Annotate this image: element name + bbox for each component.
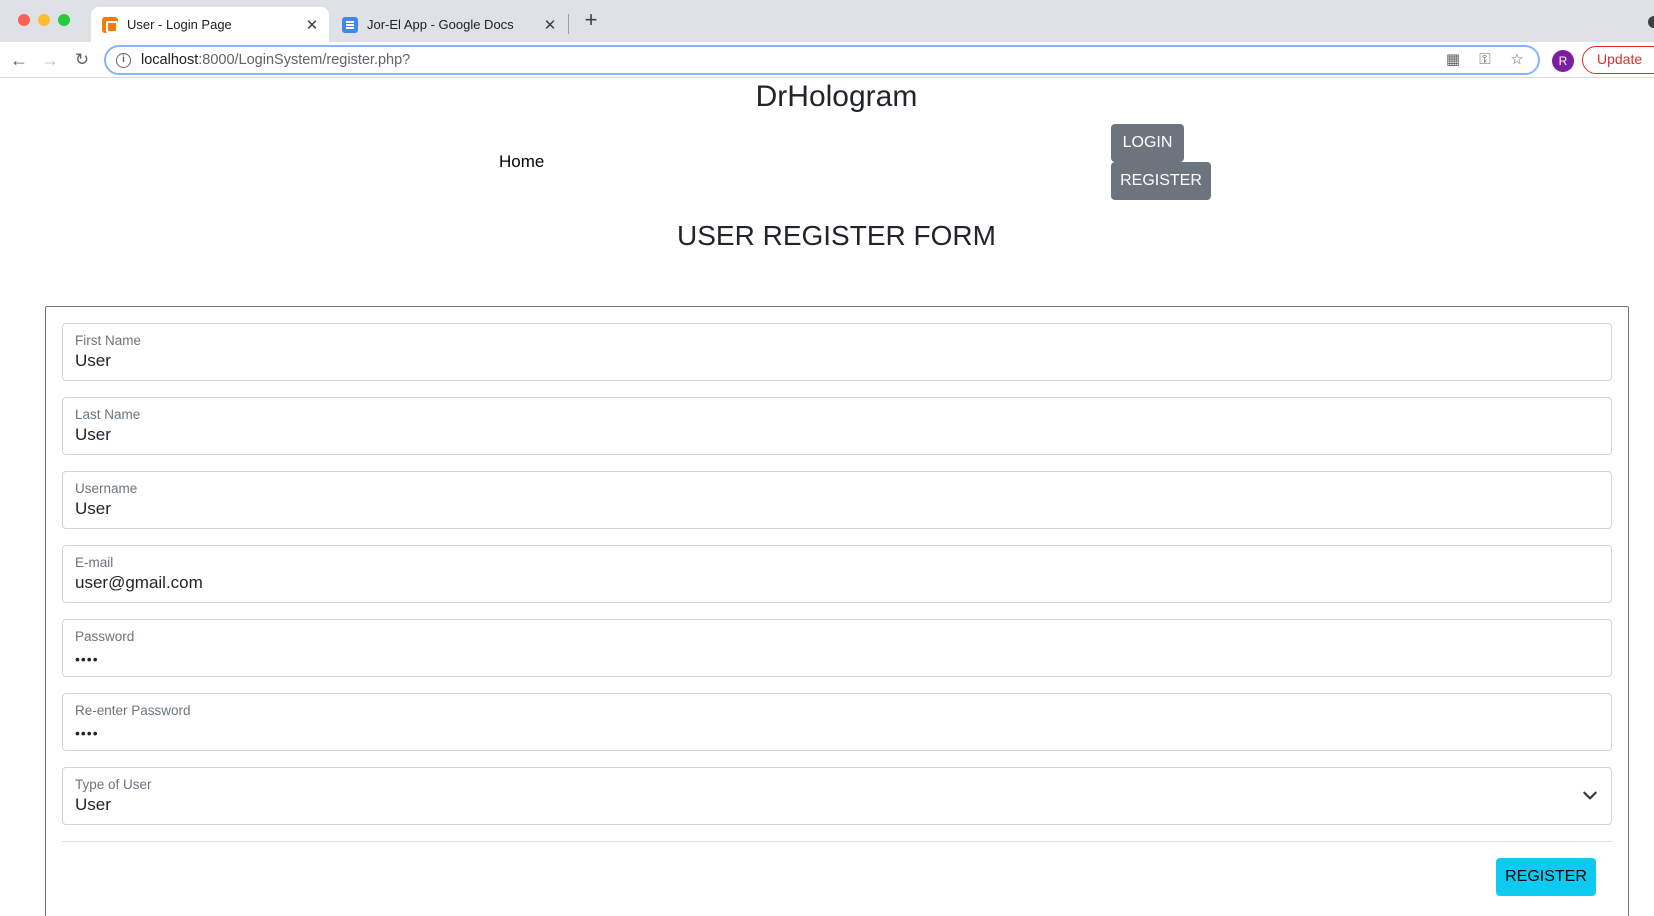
confirm-password-value[interactable]: ••••	[75, 725, 99, 741]
last-name-value[interactable]: User	[75, 425, 111, 445]
tab-title: Jor-El App - Google Docs	[367, 17, 514, 32]
form-divider	[62, 841, 1612, 842]
register-submit-button[interactable]: REGISTER	[1496, 858, 1596, 896]
tab-user-login-page[interactable]: User - Login Page ✕	[91, 7, 329, 42]
first-name-field[interactable]: First Name User	[62, 323, 1612, 381]
password-field[interactable]: Password ••••	[62, 619, 1612, 677]
tab-separator	[568, 14, 569, 34]
xampp-favicon-icon	[102, 16, 118, 33]
email-field[interactable]: E-mail user@gmail.com	[62, 545, 1612, 603]
username-value[interactable]: User	[75, 499, 111, 519]
username-field[interactable]: Username User	[62, 471, 1612, 529]
tab-title: User - Login Page	[127, 17, 232, 32]
bookmark-star-icon[interactable]: ☆	[1506, 49, 1528, 71]
user-type-select[interactable]: Type of User User	[62, 767, 1612, 825]
browser-tab-bar: User - Login Page ✕ Jor-El App - Google …	[0, 0, 1654, 42]
update-button[interactable]: Update	[1582, 46, 1654, 74]
back-arrow-icon[interactable]: ←	[7, 48, 31, 72]
close-window-button[interactable]	[18, 14, 30, 26]
url-host: localhost	[141, 52, 199, 68]
maximize-window-button[interactable]	[58, 14, 70, 26]
login-button[interactable]: LOGIN	[1111, 124, 1184, 162]
register-nav-button[interactable]: REGISTER	[1111, 162, 1211, 200]
site-info-icon[interactable]: i	[116, 52, 131, 68]
user-type-label: Type of User	[75, 777, 152, 792]
browser-toolbar: ← → ↻ i localhost:8000/LoginSystem/regis…	[0, 42, 1654, 78]
minimize-window-button[interactable]	[38, 14, 50, 26]
first-name-label: First Name	[75, 333, 142, 348]
reload-icon[interactable]: ↻	[70, 48, 94, 72]
forward-arrow-icon[interactable]: →	[38, 48, 62, 72]
email-value[interactable]: user@gmail.com	[75, 573, 203, 593]
profile-avatar[interactable]: R	[1552, 50, 1574, 72]
nav-home-link[interactable]: Home	[499, 152, 544, 172]
user-type-value[interactable]: User	[75, 795, 111, 815]
key-icon[interactable]: ⚿	[1474, 49, 1496, 71]
last-name-field[interactable]: Last Name User	[62, 397, 1612, 455]
url-path: :8000/LoginSystem/register.php?	[198, 52, 411, 68]
password-label: Password	[75, 629, 135, 644]
tab-search-icon[interactable]	[1648, 16, 1654, 28]
last-name-label: Last Name	[75, 407, 141, 422]
email-label: E-mail	[75, 555, 114, 570]
new-tab-plus-icon[interactable]: +	[580, 9, 602, 32]
site-title: DrHologram	[755, 80, 918, 113]
username-label: Username	[75, 481, 138, 496]
first-name-value[interactable]: User	[75, 351, 111, 371]
google-docs-favicon-icon	[342, 16, 358, 33]
close-tab-icon[interactable]: ✕	[301, 16, 323, 34]
url-text[interactable]: localhost:8000/LoginSystem/register.php?	[141, 52, 1442, 68]
qr-code-icon[interactable]: ▦	[1442, 49, 1464, 71]
password-value[interactable]: ••••	[75, 651, 99, 667]
close-tab-icon[interactable]: ✕	[539, 16, 561, 34]
tab-google-docs[interactable]: Jor-El App - Google Docs ✕	[331, 7, 567, 42]
confirm-password-field[interactable]: Re-enter Password ••••	[62, 693, 1612, 751]
form-title: USER REGISTER FORM	[677, 220, 996, 251]
address-bar[interactable]: i localhost:8000/LoginSystem/register.ph…	[104, 45, 1540, 75]
chevron-down-icon[interactable]	[1581, 786, 1599, 804]
confirm-password-label: Re-enter Password	[75, 703, 191, 718]
